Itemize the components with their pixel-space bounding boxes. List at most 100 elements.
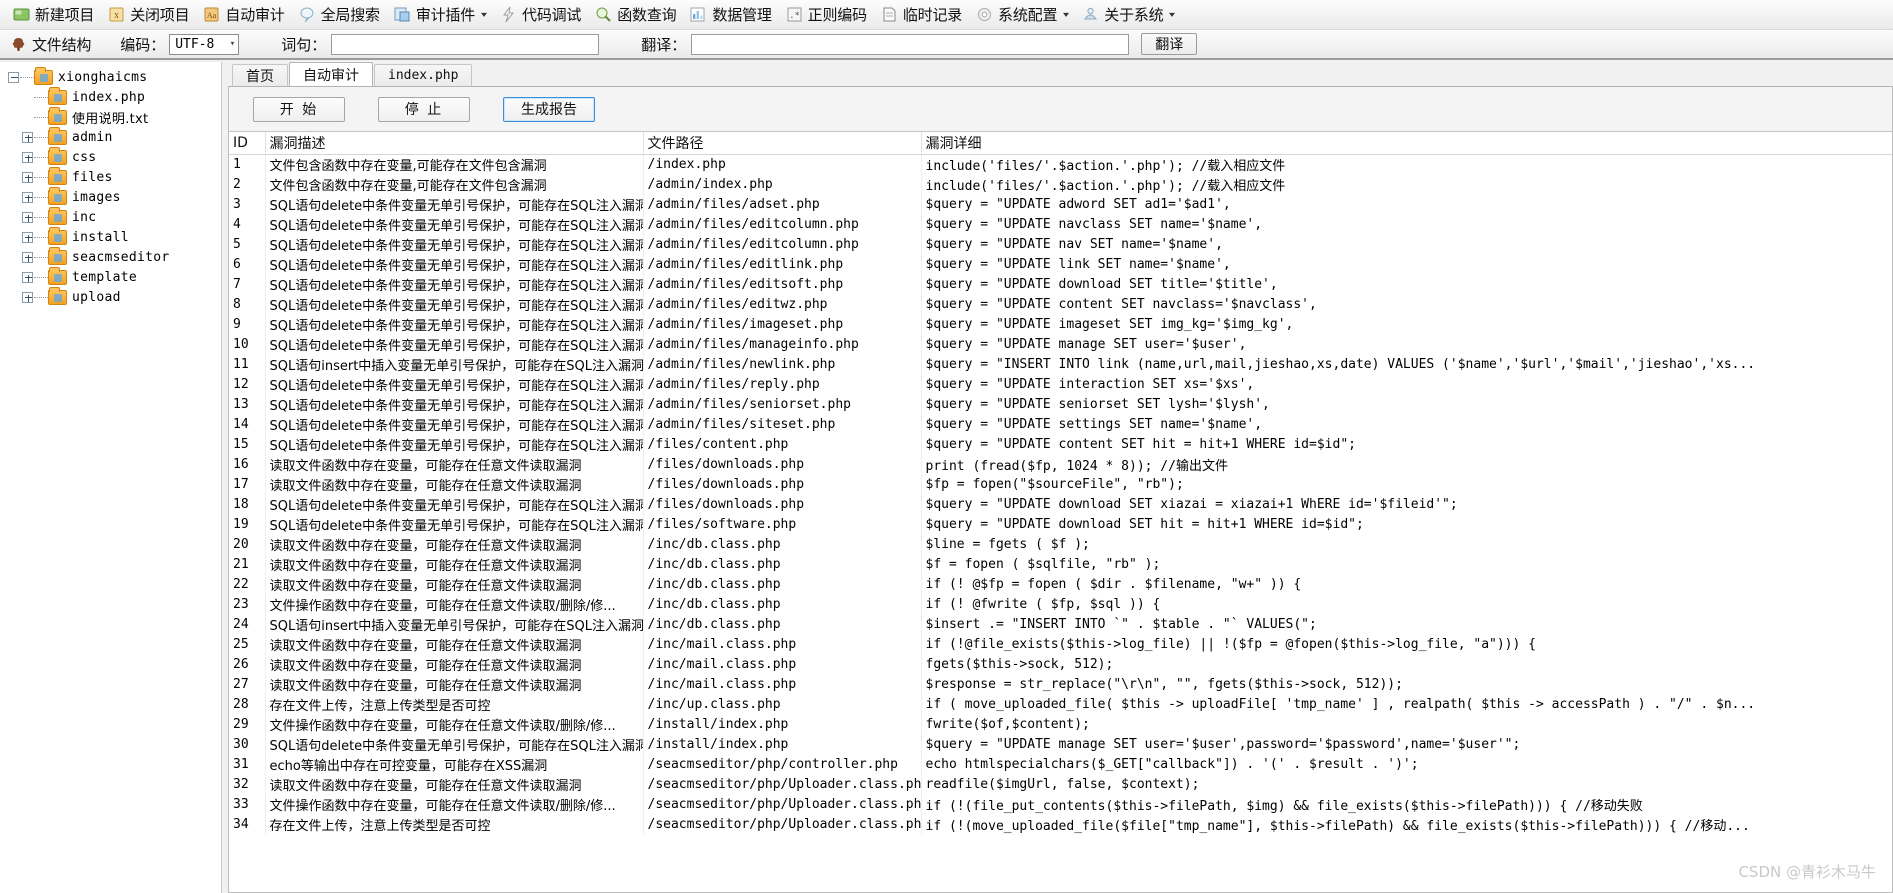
plus-icon[interactable] bbox=[21, 251, 33, 263]
tree-expander[interactable] bbox=[20, 211, 34, 223]
table-row[interactable]: 21 读取文件函数中存在变量，可能存在任意文件读取漏洞/inc/db.class.… bbox=[229, 554, 1892, 574]
tree-node-10[interactable]: upload bbox=[6, 286, 221, 307]
tree-node-9[interactable]: template bbox=[6, 266, 221, 287]
table-row[interactable]: 24 SQL语句insert中插入变量无单引号保护，可能存在SQL注入漏洞/inc… bbox=[229, 614, 1892, 634]
tree-expander[interactable] bbox=[20, 231, 34, 243]
table-row[interactable]: 28 存在文件上传，注意上传类型是否可控/inc/up.class.php if (… bbox=[229, 694, 1892, 714]
table-row[interactable]: 12 SQL语句delete中条件变量无单引号保护，可能存在SQL注入漏洞/adm… bbox=[229, 374, 1892, 394]
table-row[interactable]: 33 文件操作函数中存在变量，可能存在任意文件读取/删除/修.../seacmse… bbox=[229, 794, 1892, 814]
tree-node-0[interactable]: index.php bbox=[6, 86, 221, 107]
table-row[interactable]: 17 读取文件函数中存在变量，可能存在任意文件读取漏洞/files/downloa… bbox=[229, 474, 1892, 494]
tab-0[interactable]: 首页 bbox=[232, 64, 288, 86]
tree-node-root[interactable]: xionghaicms bbox=[6, 66, 221, 87]
tab-1[interactable]: 自动审计 bbox=[289, 62, 373, 86]
chevron-down-icon[interactable]: ▾ bbox=[1063, 10, 1069, 19]
toolbar-item-data-manage[interactable]: 数据管理 bbox=[683, 2, 778, 28]
table-row[interactable]: 30 SQL语句delete中条件变量无单引号保护，可能存在SQL注入漏洞/ins… bbox=[229, 734, 1892, 754]
table-row[interactable]: 26 读取文件函数中存在变量，可能存在任意文件读取漏洞/inc/mail.clas… bbox=[229, 654, 1892, 674]
cell-detail: $query = "UPDATE content SET navclass='$… bbox=[925, 296, 1317, 312]
tree-node-6[interactable]: inc bbox=[6, 206, 221, 227]
generate-report-button[interactable]: 生成报告 bbox=[503, 96, 595, 122]
chevron-down-icon[interactable]: ▾ bbox=[1169, 10, 1175, 19]
plus-icon[interactable] bbox=[21, 271, 33, 283]
tree-expander[interactable] bbox=[20, 171, 34, 183]
plus-icon[interactable] bbox=[21, 211, 33, 223]
tree-node-1[interactable]: 使用说明.txt bbox=[6, 106, 221, 127]
plus-icon[interactable] bbox=[21, 291, 33, 303]
toolbar-item-new-project[interactable]: 新建项目 bbox=[6, 2, 101, 28]
table-row[interactable]: 14 SQL语句delete中条件变量无单引号保护，可能存在SQL注入漏洞/adm… bbox=[229, 414, 1892, 434]
plus-icon[interactable] bbox=[21, 151, 33, 163]
table-row[interactable]: 19 SQL语句delete中条件变量无单引号保护，可能存在SQL注入漏洞/fil… bbox=[229, 514, 1892, 534]
tab-2[interactable]: index.php bbox=[374, 64, 473, 86]
toolbar-item-auto-audit[interactable]: Aa 自动审计 bbox=[196, 2, 291, 28]
tree-node-3[interactable]: css bbox=[6, 146, 221, 167]
toolbar-item-temp-note[interactable]: 临时记录 bbox=[874, 2, 969, 28]
table-row[interactable]: 10 SQL语句delete中条件变量无单引号保护，可能存在SQL注入漏洞/adm… bbox=[229, 334, 1892, 354]
table-row[interactable]: 15 SQL语句delete中条件变量无单引号保护，可能存在SQL注入漏洞/fil… bbox=[229, 434, 1892, 454]
tree-expander[interactable] bbox=[6, 71, 20, 83]
file-structure-button[interactable]: 文件结构 bbox=[8, 31, 98, 57]
toolbar-item-about-system[interactable]: 关于系统 ▾ bbox=[1075, 2, 1181, 28]
table-row[interactable]: 25 读取文件函数中存在变量，可能存在任意文件读取漏洞/inc/mail.clas… bbox=[229, 634, 1892, 654]
tree-expander[interactable] bbox=[20, 131, 34, 143]
column-header-3[interactable]: 漏洞详细 bbox=[921, 132, 1892, 155]
plus-icon[interactable] bbox=[21, 231, 33, 243]
table-row[interactable]: 13 SQL语句delete中条件变量无单引号保护，可能存在SQL注入漏洞/adm… bbox=[229, 394, 1892, 414]
column-header-0[interactable]: ID bbox=[229, 132, 266, 155]
plus-icon[interactable] bbox=[21, 171, 33, 183]
translate-input[interactable] bbox=[691, 33, 1130, 55]
table-row[interactable]: 18 SQL语句delete中条件变量无单引号保护，可能存在SQL注入漏洞/fil… bbox=[229, 494, 1892, 514]
toolbar-item-regex-encode[interactable]: .* 正则编码 bbox=[779, 2, 874, 28]
toolbar-item-code-debug[interactable]: 代码调试 bbox=[493, 2, 588, 28]
table-row[interactable]: 34 存在文件上传，注意上传类型是否可控/seacmseditor/php/Upl… bbox=[229, 814, 1892, 834]
table-row[interactable]: 27 读取文件函数中存在变量，可能存在任意文件读取漏洞/inc/mail.clas… bbox=[229, 674, 1892, 694]
word-input[interactable] bbox=[331, 33, 600, 55]
tree-node-5[interactable]: images bbox=[6, 186, 221, 207]
file-tree-panel[interactable]: xionghaicms index.php 使用说明.txt admin css file… bbox=[0, 62, 222, 893]
column-header-1[interactable]: 漏洞描述 bbox=[265, 132, 644, 155]
column-header-2[interactable]: 文件路径 bbox=[643, 132, 922, 155]
encoding-select[interactable]: UTF-8 ▾ bbox=[169, 33, 240, 55]
table-row[interactable]: 3 SQL语句delete中条件变量无单引号保护，可能存在SQL注入漏洞/admi… bbox=[229, 194, 1892, 214]
tree-node-2[interactable]: admin bbox=[6, 126, 221, 147]
start-button[interactable]: 开 始 bbox=[253, 96, 345, 122]
toolbar-item-global-search[interactable]: 全局搜索 bbox=[292, 2, 387, 28]
table-row[interactable]: 5 SQL语句delete中条件变量无单引号保护，可能存在SQL注入漏洞/admi… bbox=[229, 234, 1892, 254]
tree-expander[interactable] bbox=[20, 191, 34, 203]
toolbar-item-system-config[interactable]: 系统配置 ▾ bbox=[969, 2, 1075, 28]
tree-expander[interactable] bbox=[20, 291, 34, 303]
table-row[interactable]: 31 echo等输出中存在可控变量，可能存在XSS漏洞/seacmseditor/… bbox=[229, 754, 1892, 774]
tree-expander[interactable] bbox=[20, 251, 34, 263]
plus-icon[interactable] bbox=[21, 191, 33, 203]
cell-detail: $query = "UPDATE download SET title='$ti… bbox=[925, 276, 1278, 292]
table-row[interactable]: 16 读取文件函数中存在变量，可能存在任意文件读取漏洞/files/downloa… bbox=[229, 454, 1892, 474]
table-row[interactable]: 7 SQL语句delete中条件变量无单引号保护，可能存在SQL注入漏洞/admi… bbox=[229, 274, 1892, 294]
stop-button[interactable]: 停 止 bbox=[378, 96, 470, 122]
toolbar-item-close-project[interactable]: x 关闭项目 bbox=[101, 2, 196, 28]
table-row[interactable]: 4 SQL语句delete中条件变量无单引号保护，可能存在SQL注入漏洞/admi… bbox=[229, 214, 1892, 234]
tree-node-4[interactable]: files bbox=[6, 166, 221, 187]
translate-button[interactable]: 翻译 bbox=[1141, 33, 1198, 55]
table-row[interactable]: 22 读取文件函数中存在变量，可能存在任意文件读取漏洞/inc/db.class.… bbox=[229, 574, 1892, 594]
results-table-container[interactable]: ID 漏洞描述 文件路径 漏洞详细 1 文件包含函数中存在变量,可能存在文件包含漏洞/i… bbox=[229, 131, 1892, 892]
table-row[interactable]: 29 文件操作函数中存在变量，可能存在任意文件读取/删除/修.../install… bbox=[229, 714, 1892, 734]
tree-node-8[interactable]: seacmseditor bbox=[6, 246, 221, 267]
table-row[interactable]: 32 读取文件函数中存在变量，可能存在任意文件读取漏洞/seacmseditor/… bbox=[229, 774, 1892, 794]
table-row[interactable]: 9 SQL语句delete中条件变量无单引号保护，可能存在SQL注入漏洞/admi… bbox=[229, 314, 1892, 334]
minus-icon[interactable] bbox=[7, 71, 19, 83]
table-row[interactable]: 6 SQL语句delete中条件变量无单引号保护，可能存在SQL注入漏洞/admi… bbox=[229, 254, 1892, 274]
tree-node-7[interactable]: install bbox=[6, 226, 221, 247]
tree-expander[interactable] bbox=[20, 151, 34, 163]
toolbar-item-function-query[interactable]: 函数查询 bbox=[588, 2, 683, 28]
table-row[interactable]: 8 SQL语句delete中条件变量无单引号保护，可能存在SQL注入漏洞/admi… bbox=[229, 294, 1892, 314]
toolbar-item-audit-plugin[interactable]: 审计插件 ▾ bbox=[387, 2, 493, 28]
table-row[interactable]: 1 文件包含函数中存在变量,可能存在文件包含漏洞/index.php include… bbox=[229, 154, 1892, 174]
table-row[interactable]: 11 SQL语句insert中插入变量无单引号保护，可能存在SQL注入漏洞/adm… bbox=[229, 354, 1892, 374]
tree-expander[interactable] bbox=[20, 271, 34, 283]
table-row[interactable]: 23 文件操作函数中存在变量，可能存在任意文件读取/删除/修.../inc/db.… bbox=[229, 594, 1892, 614]
chevron-down-icon[interactable]: ▾ bbox=[481, 10, 487, 19]
table-row[interactable]: 2 文件包含函数中存在变量,可能存在文件包含漏洞/admin/index.php i… bbox=[229, 174, 1892, 194]
table-row[interactable]: 20 读取文件函数中存在变量，可能存在任意文件读取漏洞/inc/db.class.… bbox=[229, 534, 1892, 554]
plus-icon[interactable] bbox=[21, 131, 33, 143]
